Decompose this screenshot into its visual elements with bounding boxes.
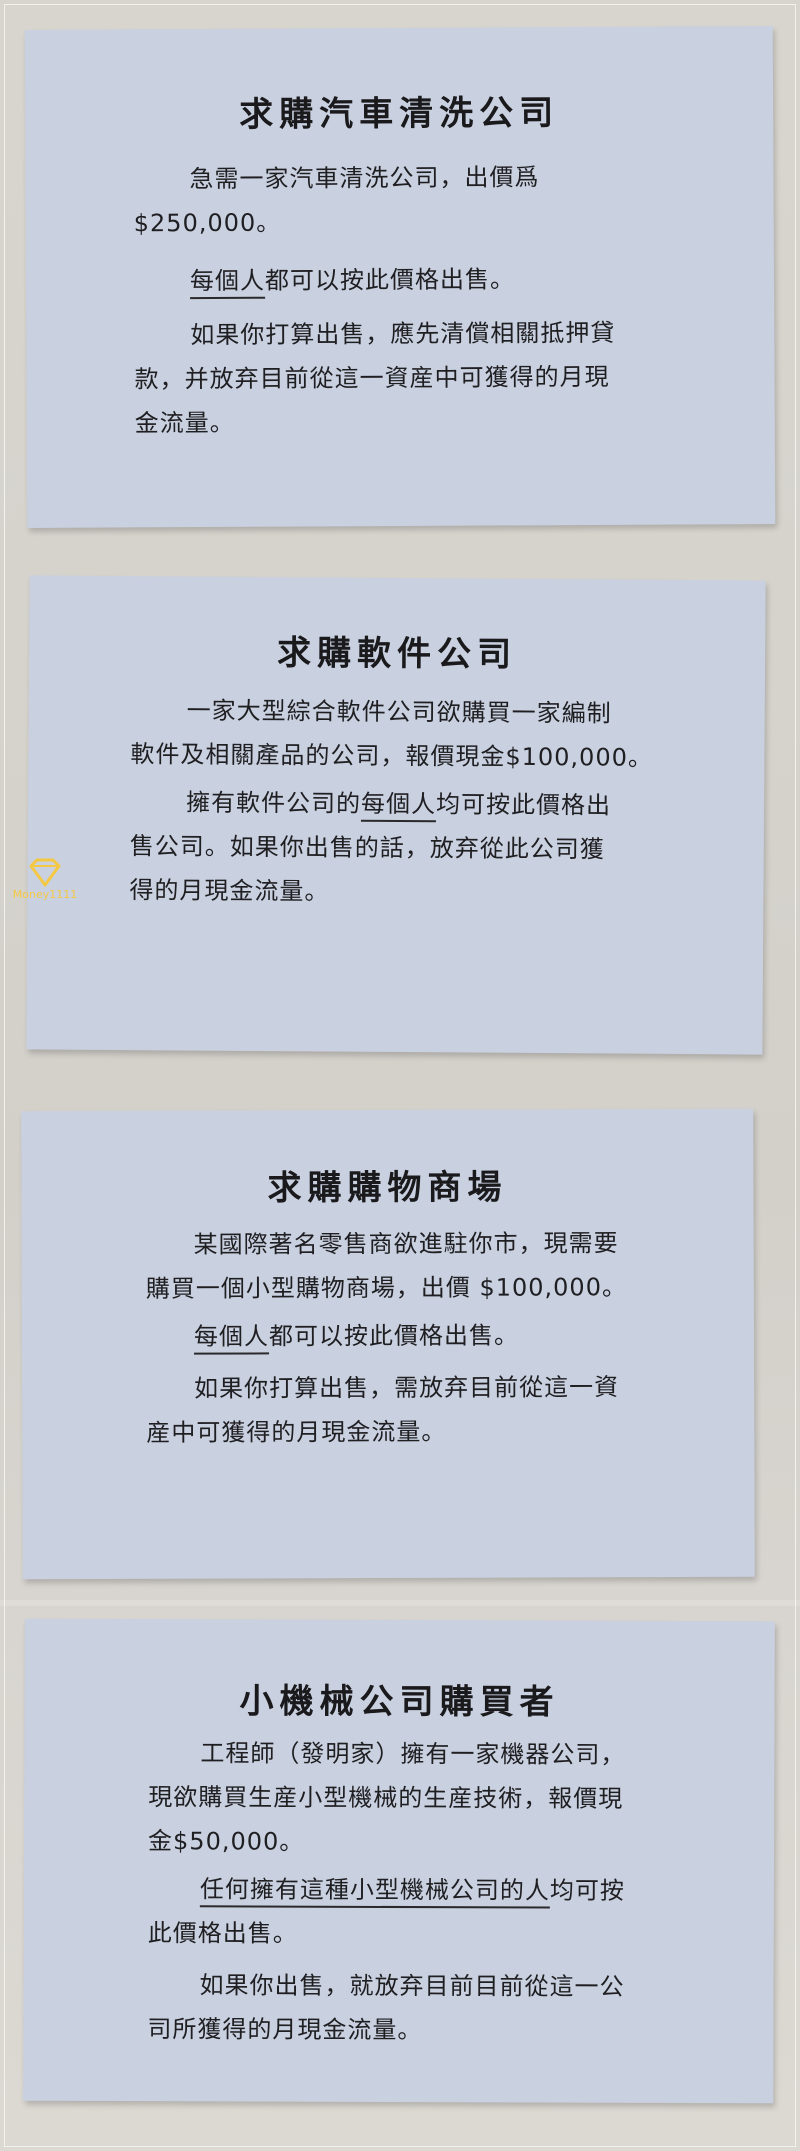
card-paragraph: 每個人都可以按此價格出售。 <box>134 256 754 303</box>
card-paragraph: 如果你打算出售，應先清償相關抵押貸 款，并放弃目前從這一資産中可獲得的月現 金流… <box>134 318 616 438</box>
card-title: 求購軟件公司 <box>276 633 518 675</box>
underlined-text: 每個人 <box>189 266 266 300</box>
card-title: 小機械公司購買者 <box>239 1681 560 1723</box>
card-small-machinery: 小機械公司購買者 工程師（發明家）擁有一家機器公司， 現欲購買生産小型機械的生産… <box>23 1618 775 2104</box>
card-paragraph: 擁有軟件公司的每個人均可按此價格出 售公司。如果你出售的話，放弃從此公司獲 得的… <box>129 788 612 906</box>
watermark-text: Money1111 <box>12 888 78 901</box>
underlined-text: 任何擁有這種小型機械公司的人 <box>199 1875 550 1909</box>
card-title: 求購購物商場 <box>267 1167 508 1209</box>
card-software-company: 求購軟件公司 一家大型綜合軟件公司欲購買一家編制 軟件及相關產品的公司，報價現金… <box>26 575 766 1055</box>
underlined-text: 每個人 <box>360 789 437 823</box>
underlined-text: 每個人 <box>193 1322 270 1355</box>
card-car-wash: 求購汽車清洗公司 急需一家汽車清洗公司，出價爲 $250,000。 每個人都可以… <box>24 26 776 528</box>
card-title: 求購汽車清洗公司 <box>239 93 560 135</box>
watermark: Money1111 <box>8 858 82 901</box>
card-paragraph: 急需一家汽車清洗公司，出價爲 $250,000。 <box>133 163 540 238</box>
card-shopping-mall: 求購購物商場 某國際著名零售商欲進駐你市，現需要 購買一個小型購物商場，出價 $… <box>21 1108 755 1580</box>
card-paragraph: 如果你打算出售，需放弃目前從這一資 産中可獲得的月現金流量。 <box>146 1373 620 1447</box>
card-paragraph: 如果你出售，就放弃目前目前從這一公 司所獲得的月現金流量。 <box>147 1971 625 2045</box>
photo-seam <box>0 1600 800 1606</box>
diamond-icon <box>29 858 61 887</box>
card-paragraph: 一家大型綜合軟件公司欲購買一家編制 軟件及相關產品的公司，報價現金$100,00… <box>130 696 654 772</box>
card-paragraph: 工程師（發明家）擁有一家機器公司， 現欲購買生産小型機械的生産技術，報價現 金$… <box>148 1739 626 1856</box>
card-paragraph: 某國際著名零售商欲進駐你市，現需要 購買一個小型購物商場，出價 $100,000… <box>145 1229 628 1303</box>
card-paragraph: 每個人都可以按此價格出售。 <box>146 1313 746 1359</box>
card-paragraph: 任何擁有這種小型機械公司的人均可按 此價格出售。 <box>147 1875 625 1948</box>
